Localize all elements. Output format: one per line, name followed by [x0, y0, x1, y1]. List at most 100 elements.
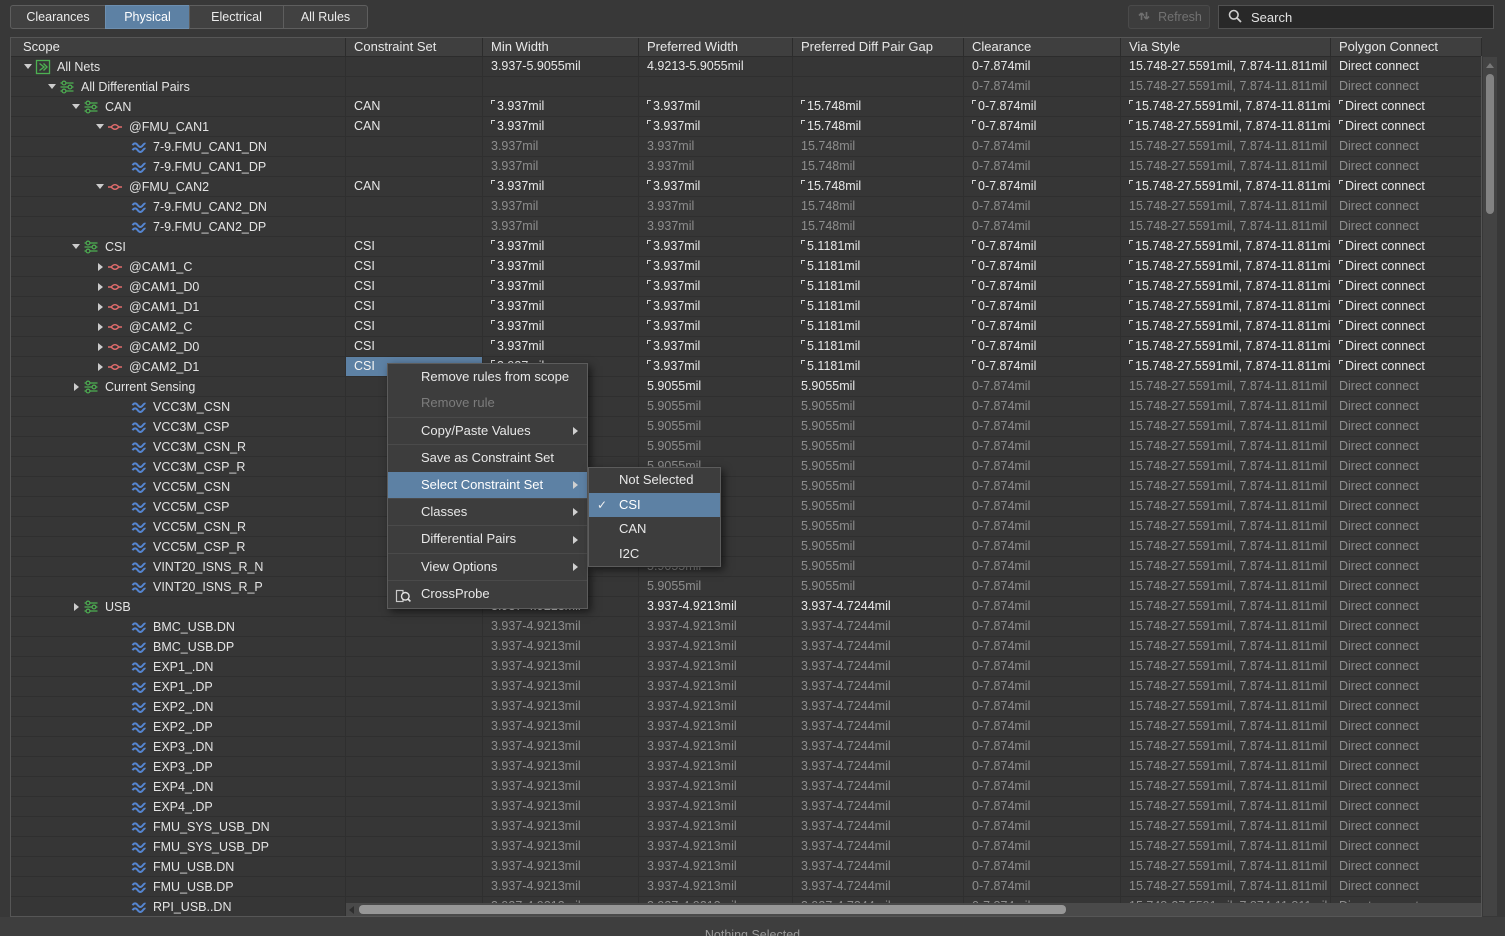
value-cell[interactable]: 3.937-4.9213mil	[639, 857, 793, 876]
value-cell[interactable]	[346, 657, 483, 676]
value-cell[interactable]: 3.937-4.9213mil	[639, 837, 793, 856]
value-cell[interactable]: Direct connect	[1331, 177, 1481, 196]
value-cell[interactable]: 3.937-4.7244mil	[793, 617, 964, 636]
value-cell[interactable]: 3.937-4.9213mil	[639, 797, 793, 816]
value-cell[interactable]: 3.937mil	[639, 257, 793, 276]
value-cell[interactable]: 3.937-4.7244mil	[793, 837, 964, 856]
tab-physical[interactable]: Physical	[105, 5, 190, 29]
scope-cell[interactable]: Current Sensing	[11, 377, 346, 396]
menu-item-save-as-constraint-set[interactable]: Save as Constraint Set	[388, 445, 587, 471]
value-cell[interactable]	[346, 837, 483, 856]
value-cell[interactable]: 0-7.874mil	[964, 877, 1121, 896]
value-cell[interactable]: CAN	[346, 117, 483, 136]
expand-icon[interactable]	[93, 323, 107, 331]
value-cell[interactable]: 0-7.874mil	[964, 677, 1121, 696]
tab-electrical[interactable]: Electrical	[189, 5, 284, 29]
value-cell[interactable]: 15.748-27.5591mil, 7.874-11.811mil	[1121, 237, 1331, 256]
scope-cell[interactable]: @CAM2_C	[11, 317, 346, 336]
table-row[interactable]: VCC5M_CSN_R5.9055mil5.9055mil5.9055mil0-…	[11, 517, 1481, 537]
scope-cell[interactable]: @CAM2_D0	[11, 337, 346, 356]
expand-icon[interactable]	[93, 303, 107, 311]
table-row[interactable]: 7-9.FMU_CAN1_DP3.937mil3.937mil15.748mil…	[11, 157, 1481, 177]
value-cell[interactable]: 3.937mil	[639, 297, 793, 316]
value-cell[interactable]: 5.1181mil	[793, 337, 964, 356]
value-cell[interactable]: 3.937mil	[639, 237, 793, 256]
column-header-min-width[interactable]: Min Width	[483, 38, 639, 56]
value-cell[interactable]: 15.748-27.5591mil, 7.874-11.811mil	[1121, 697, 1331, 716]
value-cell[interactable]: 0-7.874mil	[964, 457, 1121, 476]
value-cell[interactable]: 5.9055mil	[639, 377, 793, 396]
value-cell[interactable]: 15.748-27.5591mil, 7.874-11.811mil	[1121, 757, 1331, 776]
value-cell[interactable]: 5.9055mil	[793, 457, 964, 476]
value-cell[interactable]	[346, 57, 483, 76]
value-cell[interactable]: 3.937mil	[639, 177, 793, 196]
value-cell[interactable]: 5.9055mil	[639, 397, 793, 416]
collapse-icon[interactable]	[69, 104, 83, 109]
value-cell[interactable]: 3.937mil	[483, 177, 639, 196]
value-cell[interactable]: Direct connect	[1331, 877, 1481, 896]
value-cell[interactable]: 5.1181mil	[793, 357, 964, 376]
value-cell[interactable]: 0-7.874mil	[964, 77, 1121, 96]
value-cell[interactable]	[346, 77, 483, 96]
value-cell[interactable]: 0-7.874mil	[964, 617, 1121, 636]
value-cell[interactable]: 15.748-27.5591mil, 7.874-11.811mil	[1121, 297, 1331, 316]
expand-icon[interactable]	[69, 383, 83, 391]
value-cell[interactable]	[346, 757, 483, 776]
scope-cell[interactable]: USB	[11, 597, 346, 616]
value-cell[interactable]	[346, 137, 483, 156]
table-row[interactable]: @CAM1_D0CSI3.937mil3.937mil5.1181mil0-7.…	[11, 277, 1481, 297]
scope-cell[interactable]: EXP4_.DN	[11, 777, 346, 796]
value-cell[interactable]: 0-7.874mil	[964, 857, 1121, 876]
value-cell[interactable]: Direct connect	[1331, 697, 1481, 716]
value-cell[interactable]: 3.937-4.9213mil	[639, 777, 793, 796]
scroll-left-icon[interactable]	[349, 906, 354, 914]
scope-cell[interactable]: FMU_SYS_USB_DN	[11, 817, 346, 836]
expand-icon[interactable]	[93, 263, 107, 271]
scope-cell[interactable]: 7-9.FMU_CAN2_DP	[11, 217, 346, 236]
scope-cell[interactable]: EXP1_.DP	[11, 677, 346, 696]
table-row[interactable]: Current Sensing5.9055mil5.9055mil5.9055m…	[11, 377, 1481, 397]
value-cell[interactable]: 5.9055mil	[639, 417, 793, 436]
value-cell[interactable]: 0-7.874mil	[964, 717, 1121, 736]
tab-all-rules[interactable]: All Rules	[283, 5, 368, 29]
value-cell[interactable]: 3.937-4.9213mil	[639, 877, 793, 896]
value-cell[interactable]: 3.937-4.9213mil	[483, 757, 639, 776]
value-cell[interactable]: 15.748-27.5591mil, 7.874-11.811mil	[1121, 337, 1331, 356]
value-cell[interactable]: 15.748mil	[793, 217, 964, 236]
value-cell[interactable]: Direct connect	[1331, 637, 1481, 656]
value-cell[interactable]: 0-7.874mil	[964, 137, 1121, 156]
value-cell[interactable]: 0-7.874mil	[964, 777, 1121, 796]
value-cell[interactable]	[483, 77, 639, 96]
value-cell[interactable]: Direct connect	[1331, 377, 1481, 396]
value-cell[interactable]: 3.937-4.7244mil	[793, 677, 964, 696]
value-cell[interactable]: 15.748-27.5591mil, 7.874-11.811mil	[1121, 717, 1331, 736]
table-row[interactable]: EXP4_.DN3.937-4.9213mil3.937-4.9213mil3.…	[11, 777, 1481, 797]
scope-cell[interactable]: VCC3M_CSP_R	[11, 457, 346, 476]
collapse-icon[interactable]	[45, 84, 59, 89]
value-cell[interactable]: 3.937-4.9213mil	[639, 817, 793, 836]
value-cell[interactable]: 15.748-27.5591mil, 7.874-11.811mil	[1121, 577, 1331, 596]
value-cell[interactable]: 5.9055mil	[793, 377, 964, 396]
search-input[interactable]: Search	[1218, 5, 1494, 29]
value-cell[interactable]: Direct connect	[1331, 677, 1481, 696]
value-cell[interactable]: 3.937-4.9213mil	[483, 857, 639, 876]
value-cell[interactable]	[346, 877, 483, 896]
value-cell[interactable]: 3.937mil	[483, 297, 639, 316]
table-row[interactable]: EXP3_.DP3.937-4.9213mil3.937-4.9213mil3.…	[11, 757, 1481, 777]
value-cell[interactable]: 3.937-4.9213mil	[483, 677, 639, 696]
value-cell[interactable]: 3.937-4.9213mil	[483, 737, 639, 756]
value-cell[interactable]: 15.748mil	[793, 97, 964, 116]
value-cell[interactable]: 3.937mil	[483, 117, 639, 136]
value-cell[interactable]: 3.937-4.7244mil	[793, 717, 964, 736]
value-cell[interactable]: 0-7.874mil	[964, 237, 1121, 256]
value-cell[interactable]: 5.9055mil	[793, 577, 964, 596]
value-cell[interactable]: Direct connect	[1331, 197, 1481, 216]
value-cell[interactable]: 0-7.874mil	[964, 657, 1121, 676]
value-cell[interactable]: 3.937-4.9213mil	[639, 617, 793, 636]
value-cell[interactable]: 3.937-4.7244mil	[793, 657, 964, 676]
value-cell[interactable]: 5.9055mil	[639, 437, 793, 456]
value-cell[interactable]: Direct connect	[1331, 617, 1481, 636]
value-cell[interactable]: 4.9213-5.9055mil	[639, 57, 793, 76]
value-cell[interactable]: 3.937mil	[483, 217, 639, 236]
value-cell[interactable]: 15.748-27.5591mil, 7.874-11.811mil	[1121, 397, 1331, 416]
